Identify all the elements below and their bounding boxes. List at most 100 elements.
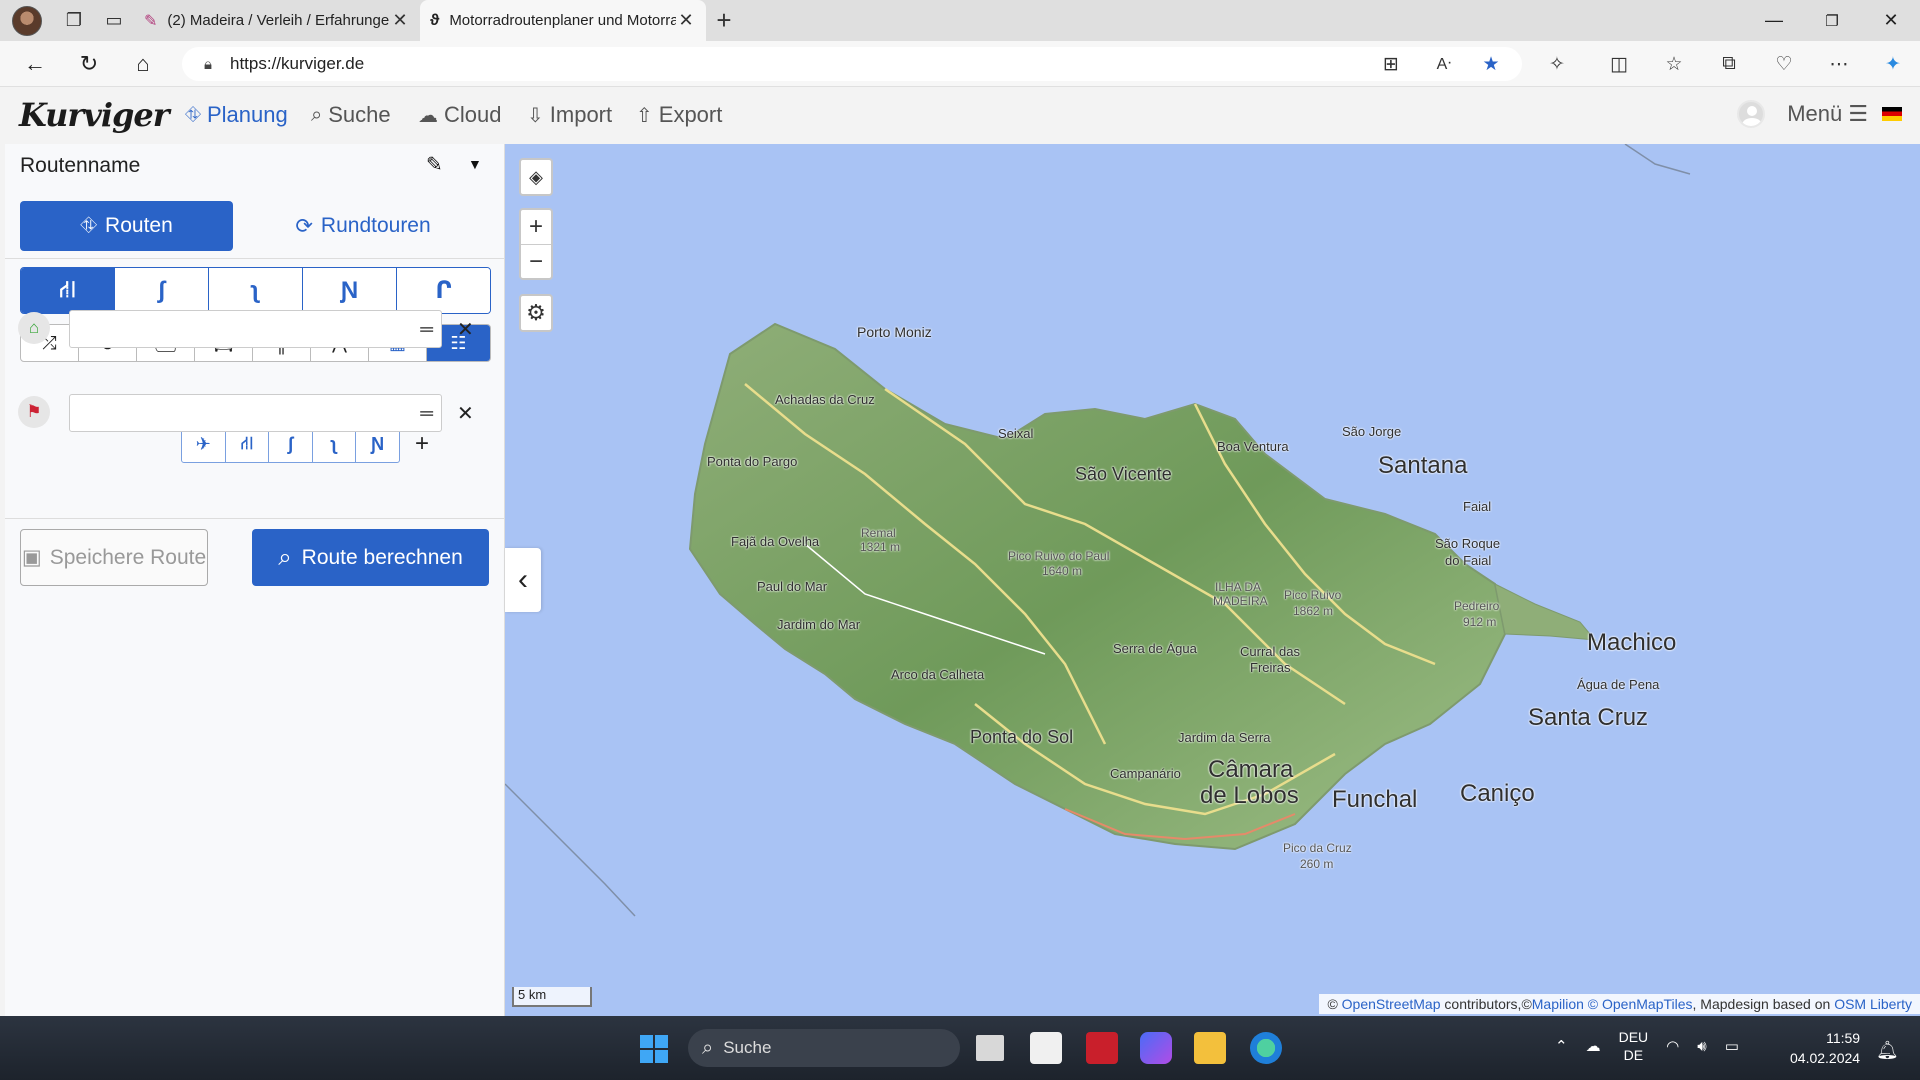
- remove-end-icon[interactable]: ✕: [457, 401, 474, 426]
- add-waypoint-icon[interactable]: +: [415, 430, 429, 458]
- user-avatar-icon[interactable]: [1737, 100, 1766, 128]
- curve-level-3-icon[interactable]: Ɲ: [302, 268, 396, 313]
- zoom-out-button[interactable]: −: [521, 244, 551, 278]
- fastest-road-icon[interactable]: ⛙: [21, 268, 114, 313]
- routes-mode-label: Routen: [105, 214, 173, 237]
- home-button[interactable]: ⌂: [126, 47, 160, 81]
- zoom-in-button[interactable]: +: [521, 210, 551, 244]
- minimize-button[interactable]: —: [1745, 0, 1803, 41]
- place-label: Arco da Calheta: [891, 667, 985, 682]
- menu-cloud[interactable]: ☁ Cloud: [418, 102, 501, 128]
- clock-date: 04.02.2024: [1790, 1050, 1861, 1066]
- place-label: São Vicente: [1075, 464, 1172, 484]
- browser-essentials-icon[interactable]: ♡: [1767, 47, 1801, 81]
- drag-handle-icon[interactable]: ═: [420, 403, 433, 424]
- copilot-taskbar-icon[interactable]: [1140, 1032, 1172, 1064]
- german-flag-icon[interactable]: [1882, 107, 1902, 121]
- settings-more-icon[interactable]: ⋯: [1822, 47, 1856, 81]
- collections-icon[interactable]: ⧉: [1712, 47, 1746, 81]
- favorites-icon[interactable]: ☆: [1657, 47, 1691, 81]
- place-label: São Jorge: [1342, 424, 1402, 439]
- fastest-road-icon[interactable]: ⛙: [224, 427, 269, 462]
- start-waypoint-input[interactable]: ═: [69, 310, 442, 348]
- curve-level-1-icon[interactable]: ʃ: [268, 427, 312, 462]
- tab-actions-icon[interactable]: ▭: [94, 0, 134, 41]
- pencil-icon[interactable]: ✎: [426, 152, 443, 177]
- routes-mode-button[interactable]: ⛗ Routen: [20, 201, 233, 251]
- battery-icon[interactable]: ▭: [1725, 1037, 1739, 1055]
- collapse-sidebar-button[interactable]: ‹: [505, 548, 541, 612]
- map-view[interactable]: ◈ + − ⚙ Porto Moniz Achadas da Cruz Seix…: [505, 144, 1920, 1016]
- chevron-up-icon[interactable]: ⌃: [1555, 1037, 1568, 1055]
- end-waypoint-input[interactable]: ═: [69, 394, 442, 432]
- clock[interactable]: 11:59 04.02.2024: [1790, 1028, 1860, 1068]
- new-tab-button[interactable]: +: [706, 0, 742, 41]
- mapilion-link[interactable]: Mapilion: [1532, 996, 1584, 1012]
- osm-link[interactable]: OpenStreetMap: [1342, 996, 1441, 1012]
- peak-label: Remal: [861, 526, 896, 540]
- hamburger-icon[interactable]: ☰: [1848, 101, 1868, 127]
- close-tab-icon[interactable]: ✕: [676, 10, 696, 31]
- notification-bell-icon[interactable]: 🔔︎: [1876, 1040, 1899, 1061]
- menu-button[interactable]: Menü: [1787, 101, 1842, 127]
- curviness-selector: ⛙ ʃ ʅ Ɲ Ր: [20, 267, 491, 314]
- caret-down-icon[interactable]: ▼: [468, 156, 482, 172]
- app-available-icon[interactable]: ⊞: [1374, 47, 1408, 81]
- openmaptiles-link[interactable]: © OpenMapTiles: [1588, 996, 1693, 1012]
- close-window-button[interactable]: ✕: [1862, 0, 1920, 41]
- tab-madeira-forum[interactable]: ✎ (2) Madeira / Verleih / Erfahrungen ✕: [134, 0, 420, 41]
- tab-kurviger[interactable]: ϑ Motorradroutenplaner und Motorradnavig…: [420, 0, 706, 41]
- place-label: Curral das: [1240, 644, 1300, 659]
- menu-import[interactable]: ⇩ Import: [527, 102, 612, 128]
- floppy-icon: ▣: [21, 546, 42, 569]
- close-tab-icon[interactable]: ✕: [390, 10, 410, 31]
- peak-label: Pico Ruivo do Paul: [1008, 549, 1110, 563]
- reload-button[interactable]: ↻: [72, 47, 106, 81]
- plane-icon[interactable]: ✈: [182, 427, 225, 462]
- profile-avatar[interactable]: [0, 0, 54, 41]
- peak-label: 1640 m: [1042, 564, 1083, 578]
- volume-icon[interactable]: 🔊︎: [1697, 1038, 1706, 1055]
- input-language[interactable]: DEU DE: [1619, 1028, 1649, 1064]
- url-field[interactable]: 🔒︎ https://kurviger.de: [182, 47, 1522, 81]
- map-settings-button[interactable]: ⚙: [519, 294, 553, 332]
- curve-level-3-icon[interactable]: Ɲ: [355, 427, 399, 462]
- curve-level-2-icon[interactable]: ʅ: [208, 268, 302, 313]
- curve-level-1-icon[interactable]: ʃ: [114, 268, 208, 313]
- calculate-route-button[interactable]: ⌕ Route berechnen: [252, 529, 489, 586]
- osm-liberty-link[interactable]: OSM Liberty: [1834, 996, 1912, 1012]
- file-explorer-icon[interactable]: [1194, 1032, 1226, 1064]
- drag-handle-icon[interactable]: ═: [420, 319, 433, 340]
- finish-flag-icon: ⚑: [18, 396, 50, 428]
- save-route-button[interactable]: ▣ Speichere Route: [20, 529, 208, 586]
- wifi-icon[interactable]: ◠: [1666, 1037, 1679, 1055]
- back-button[interactable]: ←: [18, 47, 52, 81]
- curve-level-4-icon[interactable]: Ր: [396, 268, 490, 313]
- extensions-icon[interactable]: ✧: [1540, 47, 1574, 81]
- onedrive-cloud-icon[interactable]: ☁: [1586, 1037, 1601, 1055]
- microsoft-store-icon[interactable]: [1030, 1032, 1062, 1064]
- restore-button[interactable]: ❐: [1803, 0, 1861, 41]
- favorite-star-icon[interactable]: ★: [1474, 47, 1508, 81]
- taskbar-search-label: Suche: [723, 1038, 772, 1057]
- roundtrips-mode-button[interactable]: ⟳ Rundtouren: [237, 201, 489, 251]
- copilot-icon[interactable]: ✦: [1876, 47, 1910, 81]
- curve-level-2-icon[interactable]: ʅ: [311, 427, 356, 462]
- kurviger-logo[interactable]: Kurviger: [19, 96, 170, 134]
- place-label: Freiras: [1250, 660, 1291, 675]
- menu-export[interactable]: ⇧ Export: [636, 102, 722, 128]
- windows-start-icon[interactable]: [640, 1035, 668, 1063]
- split-screen-icon[interactable]: ◫: [1602, 47, 1636, 81]
- workspaces-icon[interactable]: ❐: [54, 0, 94, 41]
- layers-button[interactable]: ◈: [519, 158, 553, 196]
- task-view-icon[interactable]: [976, 1035, 1004, 1061]
- taskbar-search[interactable]: ⌕ Suche: [688, 1029, 960, 1067]
- route-name[interactable]: Routenname: [20, 154, 140, 178]
- menu-suche[interactable]: ⌕ Suche: [311, 102, 391, 128]
- remove-start-icon[interactable]: ✕: [457, 317, 474, 342]
- menu-planung[interactable]: ⛗ Planung: [185, 102, 288, 128]
- edge-browser-icon[interactable]: [1250, 1032, 1282, 1064]
- cloud-icon: ☁: [418, 104, 438, 127]
- mcafee-icon[interactable]: [1086, 1032, 1118, 1064]
- read-aloud-icon[interactable]: Aᐧ: [1427, 47, 1461, 81]
